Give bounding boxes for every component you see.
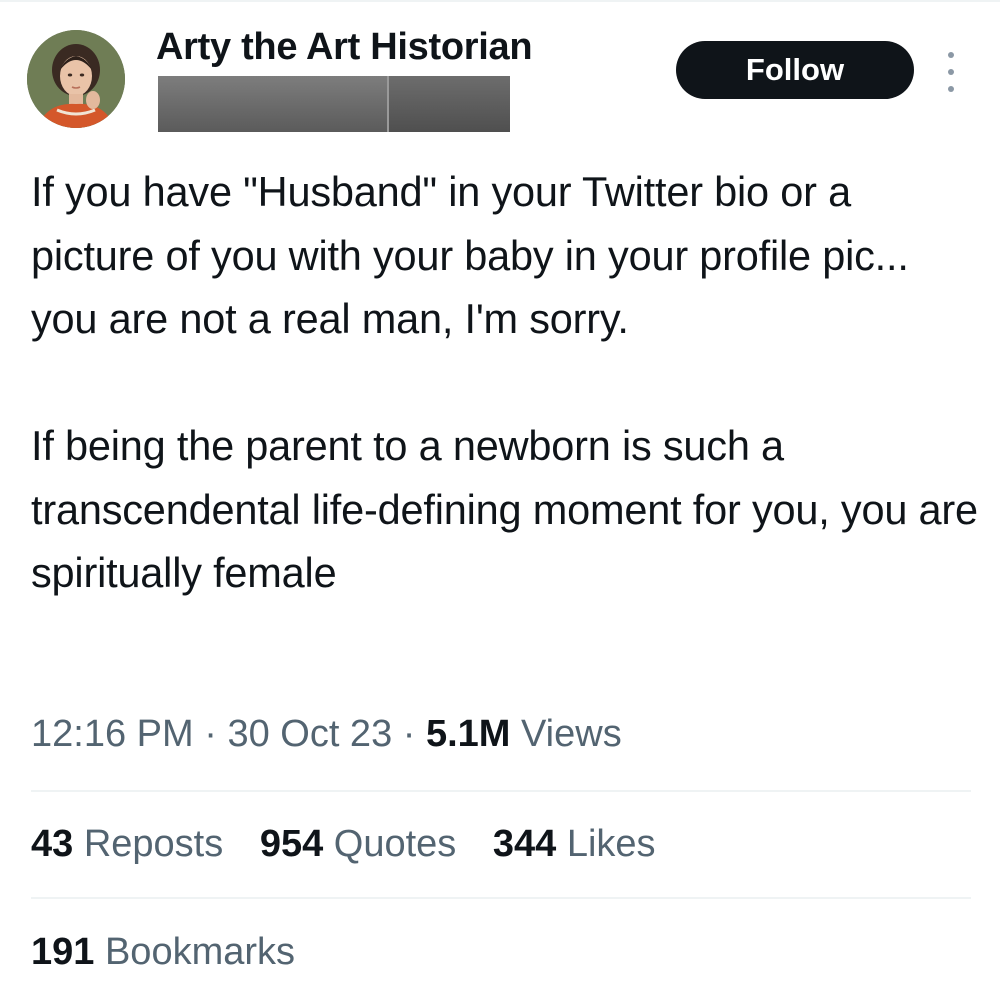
tweet-meta: 12:16 PM · 30 Oct 23 · 5.1M Views: [31, 713, 622, 756]
tweet-time[interactable]: 12:16 PM: [31, 713, 194, 755]
likes-count: 344: [492, 823, 557, 865]
bookmarks-label: Bookmarks: [94, 931, 296, 973]
quotes-stat[interactable]: 954 Quotes: [260, 823, 456, 866]
tweet-paragraph: If you have "Husband" in your Twitter bi…: [31, 168, 909, 342]
avatar[interactable]: [27, 30, 125, 128]
views-count: 5.1M: [425, 713, 511, 755]
tweet-date[interactable]: 30 Oct 23: [227, 713, 392, 755]
tweet-paragraph: If being the parent to a newborn is such…: [31, 422, 978, 596]
ellipsis-dot: [948, 69, 954, 75]
bookmarks-stat[interactable]: 191 Bookmarks: [31, 931, 295, 974]
ellipsis-dot: [948, 86, 954, 92]
likes-label: Likes: [556, 823, 656, 865]
top-divider: [0, 0, 1000, 2]
quotes-count: 954: [259, 823, 324, 865]
reposts-stat[interactable]: 43 Reposts: [31, 823, 223, 866]
divider: [31, 897, 971, 899]
meta-separator: ·: [392, 713, 426, 755]
vertical-ellipsis-icon[interactable]: [940, 52, 962, 92]
redaction-block: [386, 76, 510, 132]
views-label: Views: [510, 713, 622, 755]
quotes-label: Quotes: [323, 823, 457, 865]
tweet-text: If you have "Husband" in your Twitter bi…: [31, 160, 981, 605]
author-display-name[interactable]: Arty the Art Historian: [156, 26, 533, 69]
meta-separator: ·: [193, 713, 228, 755]
follow-button[interactable]: Follow: [676, 41, 914, 99]
ellipsis-dot: [948, 52, 954, 58]
likes-stat[interactable]: 344 Likes: [493, 823, 656, 866]
redaction-block: [158, 76, 387, 132]
portrait-avatar-icon: [27, 30, 125, 128]
engagement-stats: 43 Reposts 954 Quotes 344 Likes: [31, 823, 682, 866]
redacted-handle: [158, 76, 510, 132]
bookmarks-count: 191: [31, 931, 95, 973]
divider: [31, 790, 971, 792]
reposts-count: 43: [31, 823, 74, 865]
reposts-label: Reposts: [73, 823, 224, 865]
